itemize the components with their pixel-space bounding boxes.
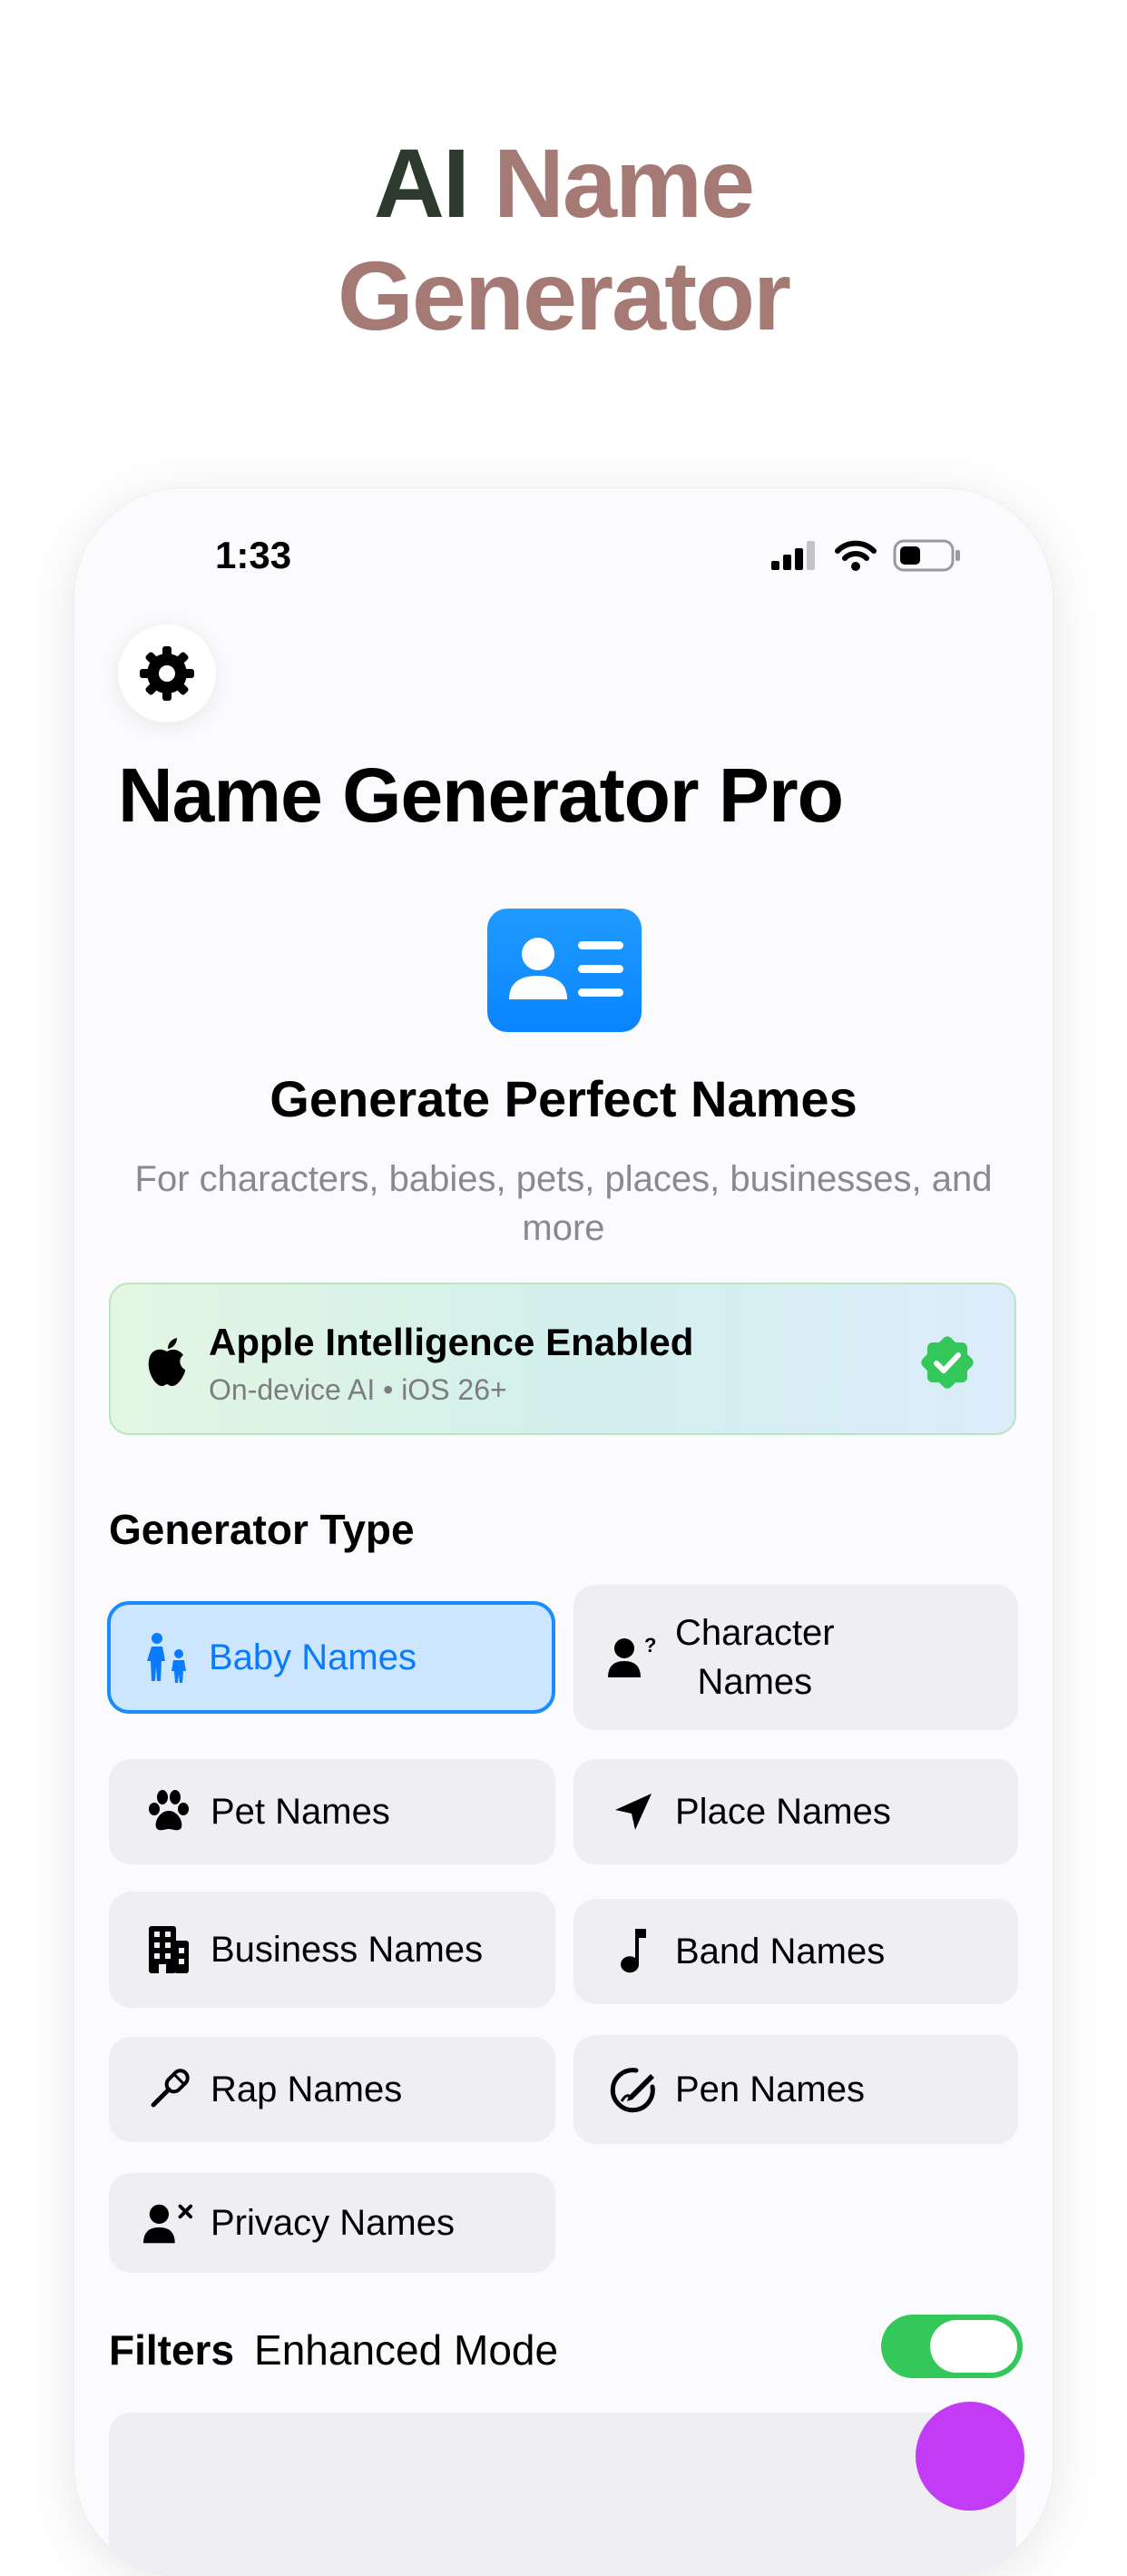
marketing-headline: AI Name Generator	[0, 127, 1127, 352]
music-note-icon	[621, 1929, 646, 1973]
generator-type-title: Generator Type	[109, 1506, 415, 1553]
svg-text:?: ?	[644, 1634, 656, 1657]
location-arrow-icon	[615, 1794, 652, 1830]
gear-icon	[140, 646, 194, 701]
filters-card	[109, 2413, 1016, 2576]
generator-chip-label: Pet Names	[211, 1791, 390, 1832]
generator-chip-label: Business Names	[211, 1929, 484, 1970]
generator-chip-label: Band Names	[675, 1931, 886, 1971]
person-question-icon: ?	[608, 1634, 656, 1677]
headline-ai: AI	[373, 128, 470, 238]
generator-chip-rap-names[interactable]: Rap Names	[109, 2037, 555, 2142]
apple-logo-icon	[148, 1338, 185, 1386]
generator-chip-label: Baby Names	[209, 1637, 416, 1677]
generator-chip-business-names[interactable]: Business Names	[109, 1892, 555, 2008]
figure-child-icon	[147, 1633, 186, 1683]
battery-icon	[893, 539, 960, 572]
phone-frame: 1:33 Name Generator Pro Generate Perfect…	[74, 488, 1053, 2576]
hero-icon-tile	[487, 909, 642, 1032]
hero-subtitle: For characters, babies, pets, places, bu…	[134, 1159, 993, 1248]
generator-chip-character-names[interactable]: ? Character Names	[573, 1585, 1018, 1730]
status-time: 1:33	[215, 534, 292, 576]
paw-icon	[149, 1790, 189, 1831]
signature-icon	[610, 2068, 655, 2113]
signal-icon	[771, 541, 815, 570]
person-x-icon	[143, 2204, 193, 2244]
hero-title: Generate Perfect Names	[270, 1070, 858, 1127]
generator-chip-privacy-names[interactable]: Privacy Names	[109, 2173, 555, 2273]
apple-intelligence-card: Apple Intelligence Enabled On-device AI …	[109, 1283, 1016, 1435]
headline-generator: Generator	[337, 241, 791, 350]
generator-chip-label: Character Names	[675, 1608, 835, 1706]
headline-name: Name	[493, 128, 755, 238]
contact-card-icon	[509, 938, 623, 999]
chip-label-line1: Character	[675, 1613, 835, 1653]
generator-chip-band-names[interactable]: Band Names	[573, 1899, 1018, 2004]
generator-chip-label: Privacy Names	[211, 2202, 455, 2243]
generator-chip-place-names[interactable]: Place Names	[573, 1759, 1018, 1864]
checkmark-seal-icon	[921, 1336, 974, 1389]
building-icon	[149, 1926, 189, 1973]
enhanced-mode-toggle[interactable]	[881, 2315, 1023, 2378]
chip-label-line2: Names	[697, 1662, 813, 1702]
filters-title: Filters	[109, 2326, 235, 2374]
generator-chip-pen-names[interactable]: Pen Names	[573, 2035, 1018, 2144]
generator-chip-label: Pen Names	[675, 2069, 865, 2109]
ai-card-subtitle: On-device AI • iOS 26+	[209, 1373, 507, 1406]
generator-chip-label: Rap Names	[211, 2069, 403, 2109]
microphone-icon	[151, 2069, 190, 2108]
status-icons	[771, 539, 962, 572]
ai-card-title: Apple Intelligence Enabled	[209, 1321, 694, 1363]
generator-chip-baby-names[interactable]: Baby Names	[107, 1601, 555, 1714]
wifi-icon	[835, 540, 877, 571]
floating-action-button[interactable]	[916, 2402, 1024, 2511]
settings-button[interactable]	[118, 624, 216, 723]
generator-chip-pet-names[interactable]: Pet Names	[109, 1759, 555, 1864]
toggle-knob	[930, 2320, 1017, 2373]
generator-chip-label: Place Names	[675, 1791, 891, 1832]
enhanced-mode-label: Enhanced Mode	[254, 2326, 559, 2374]
filters-row: Filters Enhanced Mode	[109, 2325, 558, 2374]
app-title: Name Generator Pro	[118, 752, 844, 838]
